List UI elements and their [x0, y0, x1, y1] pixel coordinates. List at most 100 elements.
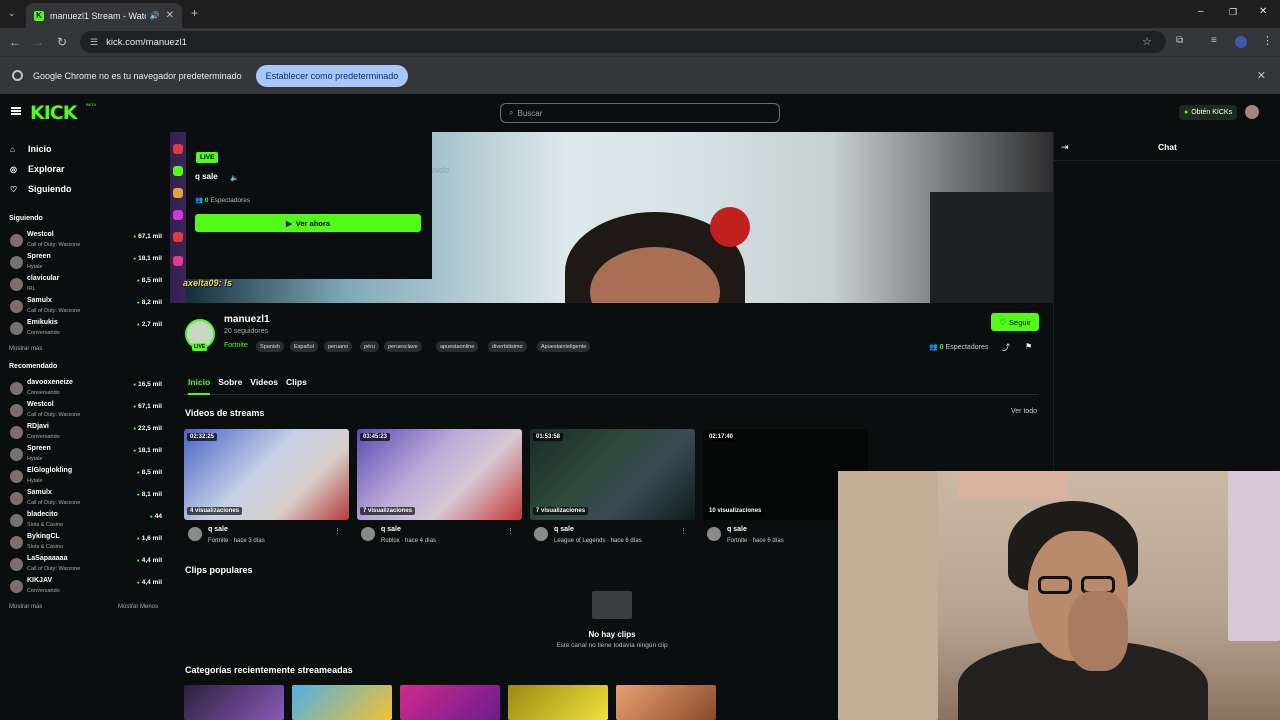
tab-sobre[interactable]: Sobre — [218, 377, 242, 387]
search-input[interactable]: ⌕ Buscar — [500, 103, 780, 123]
category-thumbnail[interactable] — [400, 685, 500, 720]
stream-overlay-text: nido — [432, 165, 450, 175]
follow-button[interactable]: ♡ Seguir — [991, 313, 1039, 331]
sidebar-channel[interactable]: Samulx Call of Duty: Warzone 8,1 mil — [10, 489, 165, 511]
url-input[interactable]: ☰ kick.com/manuezl1 — [80, 31, 1166, 53]
sidebar-item-siguiendo[interactable]: ♡ Siguiendo — [10, 184, 72, 194]
channel-category: IRL — [27, 286, 36, 292]
emote-icon — [173, 144, 183, 154]
channel-avatar — [10, 256, 23, 269]
user-avatar[interactable] — [1245, 105, 1259, 119]
video-card[interactable]: 03:45:23 7 visualizaciones q sale Roblox… — [357, 429, 522, 551]
emote-icon — [173, 210, 183, 220]
tab-clips[interactable]: Clips — [286, 377, 307, 387]
video-card[interactable]: 01:53:58 7 visualizaciones q sale League… — [530, 429, 695, 551]
sidebar-channel[interactable]: RDjavi Conversando 22,5 mil — [10, 423, 165, 445]
back-icon[interactable]: ← — [4, 31, 26, 53]
see-all-link[interactable]: Ver todo — [1011, 408, 1037, 415]
browser-tab[interactable]: K manuezl1 Stream - Watch L 🔊 ✕ — [26, 3, 182, 28]
show-more-following-link[interactable]: Mostrar más — [9, 346, 42, 352]
sidebar-channel[interactable]: Westcol Call of Duty: Warzone 67,1 mil — [10, 231, 165, 253]
restore-icon[interactable]: ❐ — [1229, 7, 1237, 18]
sidebar-channel[interactable]: BykingCL Slots & Casino 1,6 mil — [10, 533, 165, 555]
sidebar-item-inicio[interactable]: ⌂ Inicio — [10, 144, 52, 154]
category-thumbnail[interactable] — [508, 685, 608, 720]
tag-chip[interactable]: Apuestainteligente — [537, 341, 591, 352]
tab-inicio[interactable]: Inicio — [188, 377, 210, 387]
no-clips-title: No hay clips — [588, 630, 636, 639]
emote-icon — [173, 232, 183, 242]
sidebar-channel[interactable]: Emikukis Conversando 2,7 mil — [10, 319, 165, 341]
share-icon[interactable]: ⤴ — [1002, 342, 1010, 353]
sidebar-channel[interactable]: davooxeneize Conversando 16,5 mil — [10, 379, 165, 401]
window-close-icon[interactable]: ✕ — [1259, 6, 1267, 17]
video-menu-icon[interactable]: ⋮ — [680, 527, 687, 535]
profile-avatar[interactable] — [1235, 36, 1247, 48]
sidebar-item-explorar[interactable]: ◎ Explorar — [10, 164, 65, 174]
sidebar-channel[interactable]: bladecito Slots & Casino 44 — [10, 511, 165, 533]
watch-now-button[interactable]: ▶ Ver ahora — [195, 214, 421, 232]
channel-avatar — [10, 558, 23, 571]
channel-name: davooxeneize — [27, 379, 73, 386]
kick-logo[interactable]: KICK — [30, 102, 77, 124]
channel-name: clavicular — [27, 275, 60, 282]
set-default-button[interactable]: Establecer como predeterminado — [255, 64, 409, 87]
tag-chip[interactable]: peruesclave — [384, 341, 422, 352]
minimize-icon[interactable]: – — [1198, 6, 1204, 17]
extensions-icon[interactable]: ⧉ — [1176, 35, 1183, 46]
sidebar-channel[interactable]: Westcol Call of Duty: Warzone 67,1 mil — [10, 401, 165, 423]
new-tab-icon[interactable]: + — [191, 6, 198, 20]
channel-name: bladecito — [27, 511, 58, 518]
report-flag-icon[interactable]: ⚑ — [1025, 342, 1032, 351]
chat-divider — [1054, 160, 1280, 161]
tag-chip[interactable]: divertidisimo — [488, 341, 527, 352]
sidebar-channel[interactable]: KIKJAV Conversando 4,4 mil — [10, 577, 165, 599]
sidebar-channel[interactable]: LaSapaaaaa Call of Duty: Warzone 4,4 mil — [10, 555, 165, 577]
tab-close-icon[interactable]: ✕ — [166, 10, 174, 21]
video-views: 10 visualizaciones — [706, 507, 765, 515]
tab-list-icon[interactable]: ⌄ — [8, 8, 16, 19]
channel-category: Hytale — [27, 478, 43, 484]
video-menu-icon[interactable]: ⋮ — [507, 527, 514, 535]
video-card[interactable]: 02:32:25 4 visualizaciones q sale Fortni… — [184, 429, 349, 551]
tag-chip[interactable]: Spanish — [256, 341, 284, 352]
media-icon[interactable]: ≡ — [1211, 35, 1217, 46]
sidebar-channel[interactable]: Spreen Hytale 18,1 mil — [10, 445, 165, 467]
bookmark-star-icon[interactable]: ☆ — [1142, 35, 1152, 48]
category-thumbnail[interactable] — [292, 685, 392, 720]
reload-icon[interactable]: ↻ — [51, 31, 73, 53]
video-title[interactable]: q sale — [381, 526, 401, 533]
infobar-close-icon[interactable]: ✕ — [1257, 69, 1266, 82]
sidebar-channel[interactable]: Spreen Hytale 18,1 mil — [10, 253, 165, 275]
video-title[interactable]: q sale — [727, 526, 747, 533]
channel-viewers: 22,5 mil — [133, 425, 162, 432]
stream-chat-message: axelta09: !s — [183, 278, 233, 288]
show-more-recommended-link[interactable]: Mostrar más — [9, 604, 42, 610]
tag-chip[interactable]: apuestaonline — [436, 341, 479, 352]
video-title[interactable]: q sale — [554, 526, 574, 533]
category-thumbnail[interactable] — [184, 685, 284, 720]
category-thumbnail[interactable] — [616, 685, 716, 720]
tag-chip[interactable]: péru — [360, 341, 380, 352]
video-menu-icon[interactable]: ⋮ — [334, 527, 341, 535]
emote-icon — [173, 166, 183, 176]
tab-videos[interactable]: Videos — [250, 377, 278, 387]
sidebar-channel[interactable]: Samulx Call of Duty: Warzone 8,2 mil — [10, 297, 165, 319]
channel-avatar — [10, 300, 23, 313]
hamburger-menu-icon[interactable] — [11, 107, 21, 115]
menu-kebab-icon[interactable]: ⋮ — [1262, 34, 1273, 47]
player-viewers-label: Espectadores — [210, 197, 251, 204]
forward-icon[interactable]: → — [27, 31, 49, 53]
tag-chip[interactable]: Español — [290, 341, 318, 352]
sidebar-channel[interactable]: ElGloglokling Hytale 8,5 mil — [10, 467, 165, 489]
get-kicks-button[interactable]: ● Obtén KICKs — [1179, 105, 1238, 120]
mute-icon[interactable]: 🔈 — [230, 174, 239, 182]
channel-name-heading[interactable]: manuezl1 — [224, 314, 270, 325]
site-settings-icon[interactable]: ☰ — [90, 37, 98, 48]
sidebar-channel[interactable]: clavicular IRL 8,5 mil — [10, 275, 165, 297]
speaker-icon[interactable]: 🔊 — [150, 11, 160, 20]
video-title[interactable]: q sale — [208, 526, 228, 533]
channel-category-link[interactable]: Fortnite — [224, 342, 248, 349]
show-less-link[interactable]: Mostrar Menos — [118, 604, 158, 610]
tag-chip[interactable]: peruano — [324, 341, 353, 352]
